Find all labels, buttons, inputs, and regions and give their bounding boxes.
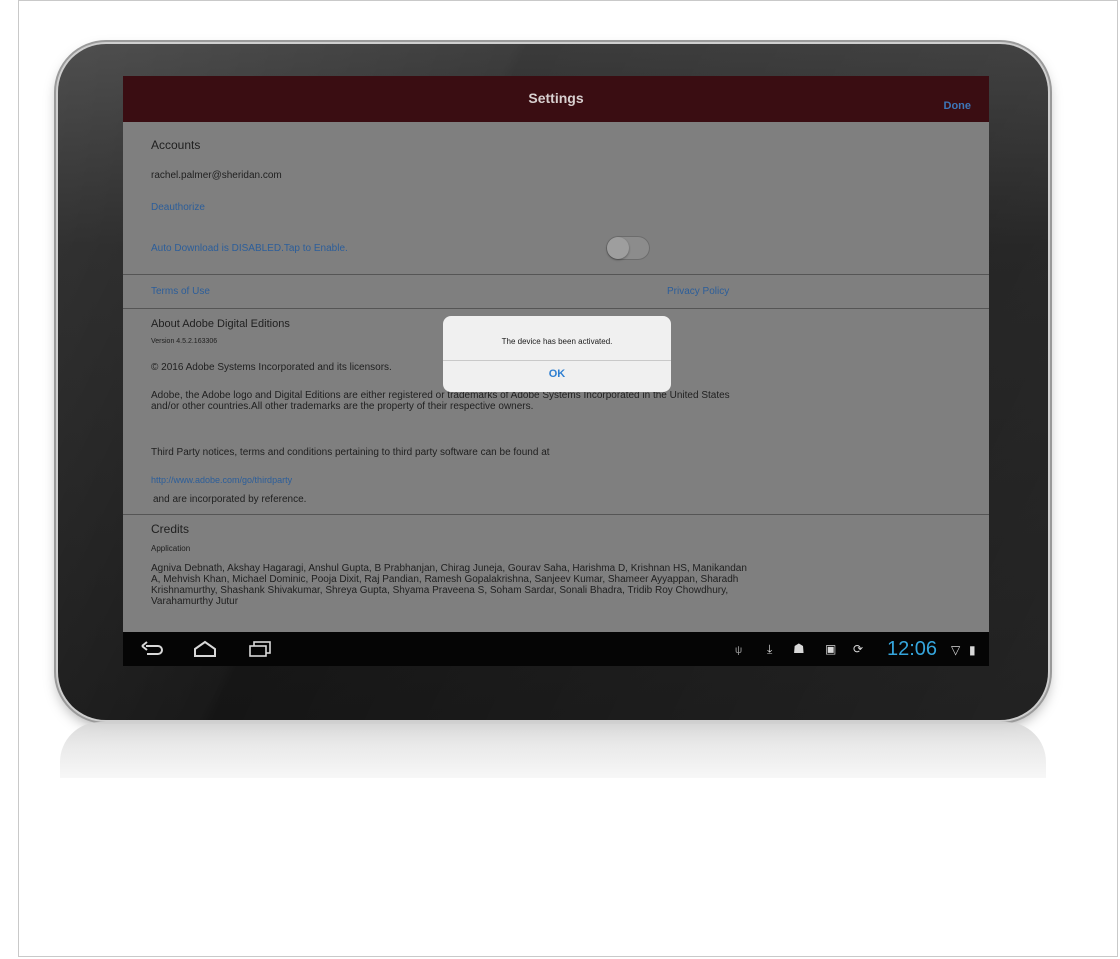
- toggle-knob: [607, 237, 629, 259]
- trademark-text: Adobe, the Adobe logo and Digital Editio…: [151, 390, 730, 412]
- credits-names: Agniva Debnath, Akshay Hagaragi, Anshul …: [151, 563, 747, 607]
- activation-dialog: The device has been activated. OK: [443, 316, 671, 392]
- credits-heading: Credits: [151, 522, 190, 536]
- deauthorize-link[interactable]: Deauthorize: [151, 202, 205, 213]
- download-icon: ⤓: [767, 642, 773, 656]
- credits-subheading: Application: [151, 544, 191, 553]
- back-icon[interactable]: [141, 641, 163, 657]
- dialog-divider: [443, 360, 671, 361]
- tablet-reflection: [60, 722, 1046, 778]
- incorporated-text: and are incorporated by reference.: [153, 494, 307, 505]
- privacy-policy-link[interactable]: Privacy Policy: [667, 286, 729, 297]
- divider: [123, 274, 989, 275]
- wifi-icon: ▽: [951, 643, 961, 657]
- version-text: Version 4.5.2.163306: [151, 338, 218, 345]
- auto-download-toggle[interactable]: [606, 236, 650, 260]
- terms-of-use-link[interactable]: Terms of Use: [151, 286, 210, 297]
- third-party-text: Third Party notices, terms and condition…: [151, 447, 550, 458]
- third-party-link[interactable]: http://www.adobe.com/go/thirdparty: [151, 475, 292, 485]
- sync-icon: ⟳: [853, 642, 864, 656]
- copyright-text: © 2016 Adobe Systems Incorporated and it…: [151, 362, 392, 373]
- usb-debug-icon: ☗: [793, 641, 805, 656]
- battery-icon: ▮: [969, 643, 976, 657]
- done-button[interactable]: Done: [944, 100, 972, 112]
- account-email: rachel.palmer@sheridan.com: [151, 170, 282, 181]
- tablet-screen: Settings Done Accounts rachel.palmer@she…: [123, 76, 989, 666]
- settings-navbar: Settings Done: [123, 76, 989, 122]
- dialog-message: The device has been activated.: [501, 337, 613, 346]
- ok-button[interactable]: OK: [443, 368, 671, 380]
- usb-icon: ψ: [735, 645, 743, 656]
- accounts-heading: Accounts: [151, 138, 201, 152]
- divider: [123, 514, 989, 515]
- divider: [123, 308, 989, 309]
- page-title: Settings: [528, 90, 584, 106]
- about-heading: About Adobe Digital Editions: [151, 318, 290, 330]
- recent-apps-icon[interactable]: [249, 641, 271, 657]
- home-icon[interactable]: [193, 640, 217, 658]
- status-clock: 12:06: [887, 638, 938, 660]
- screenshot-icon: ▣: [825, 642, 837, 656]
- android-system-bar: ψ ⤓ ☗ ▣ ⟳ 12:06 ▽ ▮: [123, 632, 989, 666]
- auto-download-label[interactable]: Auto Download is DISABLED.Tap to Enable.: [151, 243, 348, 254]
